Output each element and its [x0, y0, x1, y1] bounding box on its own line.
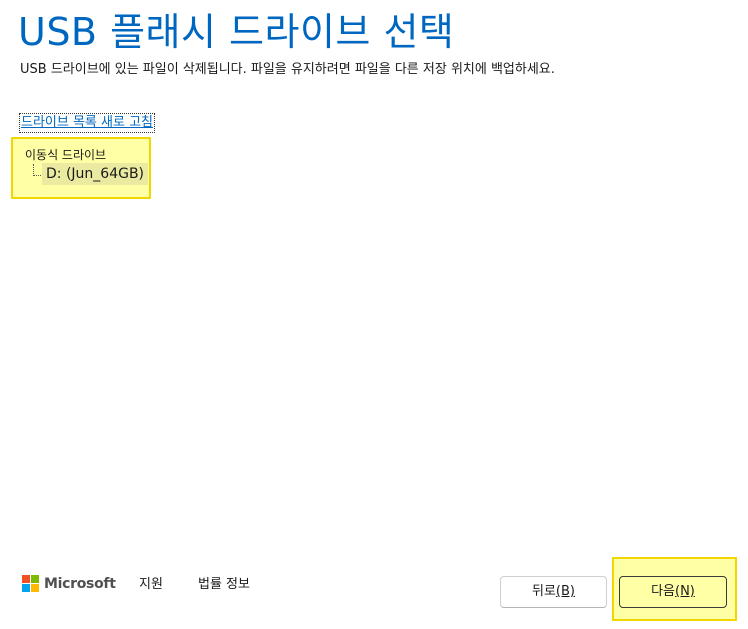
drive-item-d[interactable]: D: (Jun_64GB) [42, 163, 149, 185]
logo-square-yellow [31, 584, 39, 592]
support-link[interactable]: 지원 [139, 576, 163, 594]
logo-square-red [22, 575, 30, 583]
back-button-label: 뒤로 [532, 584, 556, 599]
tree-connector-line [33, 164, 41, 176]
microsoft-squares-icon [22, 575, 39, 592]
back-button[interactable]: 뒤로(B) [500, 576, 607, 608]
microsoft-logo: Microsoft [22, 575, 116, 592]
next-button-accesskey: (N) [675, 584, 695, 599]
media-creation-window: USB 플래시 드라이브 선택 USB 드라이브에 있는 파일이 삭제됩니다. … [0, 0, 748, 629]
logo-square-blue [22, 584, 30, 592]
drive-tree: 이동식 드라이브 D: (Jun_64GB) [11, 137, 151, 199]
page-subtitle: USB 드라이브에 있는 파일이 삭제됩니다. 파일을 유지하려면 파일을 다른… [20, 62, 555, 77]
back-button-accesskey: (B) [555, 584, 575, 599]
microsoft-wordmark: Microsoft [44, 575, 116, 592]
refresh-drive-list-link[interactable]: 드라이브 목록 새로 고침 [19, 113, 155, 133]
next-button[interactable]: 다음(N) [619, 576, 727, 608]
legal-info-link[interactable]: 법률 정보 [198, 576, 250, 594]
next-button-label: 다음 [651, 584, 676, 599]
logo-square-green [31, 575, 39, 583]
page-title: USB 플래시 드라이브 선택 [18, 10, 455, 54]
tree-group-removable-drives: 이동식 드라이브 [25, 148, 107, 162]
